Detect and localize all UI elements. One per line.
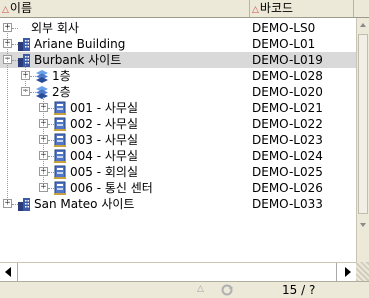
tree-row-barcode: DEMO-L023 — [252, 133, 323, 147]
tree-row[interactable]: + 외부 회사 DEMO-LS0 — [0, 20, 356, 36]
tree-row[interactable]: + San Mateo 사이트 DEMO-L033 — [0, 196, 356, 212]
tree-row-barcode: DEMO-L022 — [252, 117, 323, 131]
tree-row-label: 005 - 회의실 — [70, 165, 138, 179]
tree-row-barcode: DEMO-L024 — [252, 149, 323, 163]
tree-row[interactable]: +002 - 사무실 DEMO-L022 — [0, 116, 356, 132]
tree-row-barcode: DEMO-L025 — [252, 165, 323, 179]
column-header: △이름 △바코드 — [0, 0, 369, 18]
scroll-left-icon — [5, 267, 11, 277]
tree-row-label: 006 - 통신 센터 — [70, 181, 153, 195]
building-icon — [18, 54, 30, 67]
tree-row[interactable]: +001 - 사무실 DEMO-L021 — [0, 100, 356, 116]
refresh-icon[interactable] — [220, 283, 234, 297]
scroll-right-icon — [345, 267, 351, 277]
horizontal-scrollbar[interactable] — [0, 262, 356, 281]
tree-row-barcode: DEMO-L019 — [252, 53, 323, 67]
tree-row-barcode: DEMO-L020 — [252, 85, 323, 99]
room-icon — [54, 181, 66, 195]
tree-row-label: San Mateo 사이트 — [34, 197, 135, 211]
tree-row-barcode: DEMO-L033 — [252, 197, 323, 211]
horizontal-scroll-track[interactable] — [18, 263, 336, 281]
room-icon — [54, 165, 66, 179]
vertical-scrollbar[interactable] — [356, 18, 369, 262]
tree-guide-line — [25, 65, 26, 92]
vertical-scroll-thumb[interactable] — [358, 34, 368, 214]
tree-row[interactable]: +003 - 사무실 DEMO-L023 — [0, 132, 356, 148]
tree-row-barcode: DEMO-L026 — [252, 181, 323, 195]
column-header-name[interactable]: △이름 — [0, 0, 250, 17]
tree-row-barcode: DEMO-L028 — [252, 69, 323, 83]
room-icon — [54, 133, 66, 147]
floor-icon — [36, 86, 48, 99]
tree-row-label: 001 - 사무실 — [70, 101, 138, 115]
tree-row-barcode: DEMO-L021 — [252, 101, 323, 115]
column-header-spacer — [354, 0, 369, 17]
tree-row-label: 004 - 사무실 — [70, 149, 138, 163]
tree-row[interactable]: + Ariane Building DEMO-L01 — [0, 36, 356, 52]
tree-row[interactable]: +004 - 사무실 DEMO-L024 — [0, 148, 356, 164]
building-icon — [18, 198, 30, 211]
sort-indicator-icon: △ — [197, 284, 204, 294]
tree-row-label: 1층 — [52, 69, 71, 83]
tree-row-label: Burbank 사이트 — [34, 53, 122, 67]
sort-asc-icon: △ — [252, 5, 259, 15]
tree-row-barcode: DEMO-LS0 — [252, 21, 316, 35]
tree-list: + 외부 회사 DEMO-LS0 + Ariane Building DEMO-L01− B… — [0, 18, 356, 262]
resize-grip[interactable] — [356, 262, 369, 281]
status-bar: △ 15 / ? — [0, 281, 369, 298]
tree-row[interactable]: −2층 DEMO-L020 — [0, 84, 356, 100]
room-icon — [54, 101, 66, 115]
tree-row-label: 003 - 사무실 — [70, 133, 138, 147]
building-icon — [18, 38, 30, 51]
location-tree-window: △이름 △바코드 + 외부 회사 DEMO-LS0 + Ariane Building D… — [0, 0, 369, 298]
record-count: 15 / ? — [282, 283, 316, 297]
scroll-left-button[interactable] — [0, 263, 18, 281]
column-name-label: 이름 — [9, 1, 33, 15]
tree-row-label: 2층 — [52, 85, 71, 99]
tree-row[interactable]: +1층 DEMO-L028 — [0, 68, 356, 84]
tree-guide-line — [43, 97, 44, 188]
tree-guide-line — [7, 28, 8, 204]
sort-asc-icon: △ — [2, 5, 9, 15]
scroll-down-icon[interactable] — [357, 218, 369, 232]
tree-row-label: 002 - 사무실 — [70, 117, 138, 131]
column-barcode-label: 바코드 — [259, 1, 294, 15]
tree-row[interactable]: − Burbank 사이트 DEMO-L019 — [0, 52, 356, 68]
tree-row-barcode: DEMO-L01 — [252, 37, 316, 51]
tree-row[interactable]: +005 - 회의실 DEMO-L025 — [0, 164, 356, 180]
tree-connector — [12, 28, 18, 29]
column-header-barcode[interactable]: △바코드 — [250, 0, 354, 17]
tree-row-label: 외부 회사 — [31, 21, 79, 35]
room-icon — [54, 149, 66, 163]
tree-row-label: Ariane Building — [34, 37, 126, 51]
floor-icon — [36, 70, 48, 83]
tree-row[interactable]: +006 - 통신 센터 DEMO-L026 — [0, 180, 356, 196]
scroll-up-icon[interactable] — [357, 18, 369, 32]
room-icon — [54, 117, 66, 131]
scroll-right-button[interactable] — [336, 263, 356, 281]
